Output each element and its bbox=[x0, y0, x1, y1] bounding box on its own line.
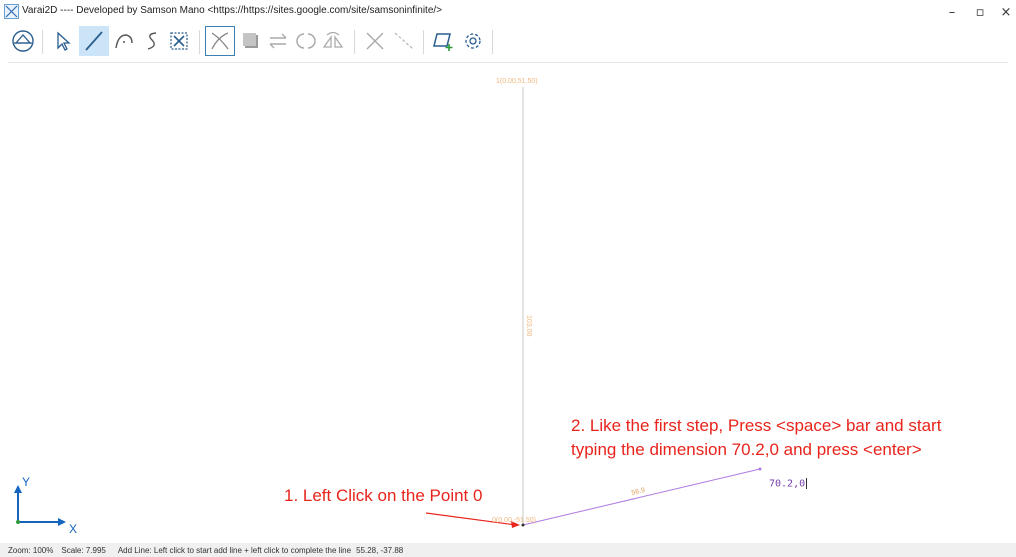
fill-icon bbox=[243, 33, 258, 48]
delete-icon bbox=[366, 32, 384, 50]
select-icon bbox=[57, 31, 71, 51]
command-input-text: 70.2,0 bbox=[769, 478, 806, 490]
delete-button[interactable] bbox=[360, 26, 390, 56]
add-surface-icon bbox=[433, 33, 453, 51]
axis-y-label: Y bbox=[22, 475, 30, 489]
status-bar: Zoom: 100% Scale: 7.995 Add Line: Left c… bbox=[0, 543, 1016, 557]
status-scale: Scale: 7.995 bbox=[61, 545, 106, 555]
step2-annotation-line1: 2. Like the first step, Press <space> ba… bbox=[571, 416, 942, 435]
close-button[interactable]: × bbox=[988, 0, 1016, 24]
add-line-icon bbox=[85, 31, 103, 51]
status-zoom: Zoom: 100% bbox=[8, 545, 54, 555]
step2-annotation-line2: typing the dimension 70.2,0 and press <e… bbox=[571, 440, 922, 459]
view-button[interactable] bbox=[8, 26, 38, 56]
axis-indicator: Y X bbox=[14, 475, 77, 536]
intersect-icon bbox=[211, 32, 229, 50]
rotate-button[interactable] bbox=[291, 26, 321, 56]
mirror-icon bbox=[269, 33, 287, 49]
add-curve-icon bbox=[147, 32, 157, 50]
status-coords: 55.28, -37.88 bbox=[356, 545, 404, 555]
mirror-button[interactable] bbox=[263, 26, 293, 56]
drawing-canvas[interactable]: 1(0.00,51.50) 0(0.00,-51.50) 103.00 56.9… bbox=[8, 62, 1008, 544]
command-input[interactable]: 70.2,0 bbox=[769, 478, 808, 490]
axis-x-label: X bbox=[69, 522, 77, 536]
new-line bbox=[522, 468, 761, 526]
trim-button[interactable] bbox=[389, 26, 419, 56]
point-0-label: 0(0.00,-51.50) bbox=[492, 517, 536, 524]
add-arc-icon bbox=[115, 34, 133, 49]
status-message: Add Line: Left click to start add line +… bbox=[117, 545, 352, 555]
add-surface-button[interactable] bbox=[428, 26, 458, 56]
flip-button[interactable] bbox=[318, 26, 348, 56]
canvas-svg: 1(0.00,51.50) 0(0.00,-51.50) 103.00 56.9… bbox=[14, 78, 762, 536]
text-cursor bbox=[806, 478, 808, 489]
settings-button[interactable] bbox=[458, 26, 488, 56]
toolbar bbox=[0, 24, 1016, 62]
flip-icon bbox=[322, 31, 344, 48]
app-icon bbox=[4, 4, 19, 19]
settings-icon bbox=[465, 33, 481, 49]
trim-icon bbox=[394, 32, 414, 50]
rotate-icon bbox=[296, 33, 316, 49]
point-1-label: 1(0.00,51.50) bbox=[496, 78, 538, 85]
fill-button[interactable] bbox=[236, 26, 266, 56]
new-line-dimension-label: 56.9 bbox=[631, 487, 646, 497]
add-curve-button[interactable] bbox=[137, 26, 167, 56]
add-arc-button[interactable] bbox=[109, 26, 139, 56]
select-button[interactable] bbox=[48, 26, 78, 56]
window-title: Varai2D ---- Developed by Samson Mano <h… bbox=[22, 5, 443, 16]
select-box-button[interactable] bbox=[164, 26, 194, 56]
step1-annotation: 1. Left Click on the Point 0 bbox=[284, 486, 483, 505]
title-bar: Varai2D ---- Developed by Samson Mano <h… bbox=[0, 0, 1016, 24]
new-line-end-point bbox=[758, 467, 762, 471]
intersect-button[interactable] bbox=[205, 26, 235, 56]
vertical-dimension-label: 103.00 bbox=[525, 315, 532, 337]
select-box-icon bbox=[170, 32, 188, 50]
add-line-button[interactable] bbox=[79, 26, 109, 56]
view-icon bbox=[12, 30, 34, 52]
